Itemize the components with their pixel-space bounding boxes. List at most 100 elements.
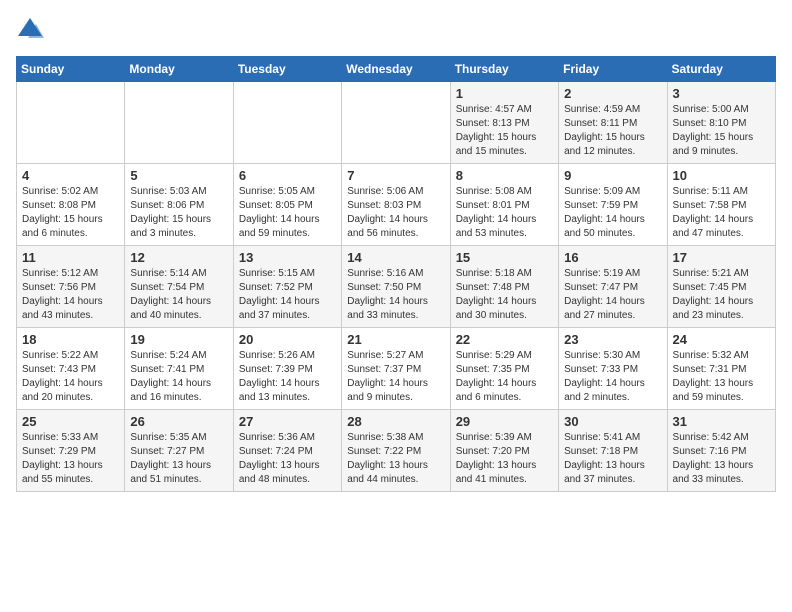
- day-number: 23: [564, 332, 661, 347]
- calendar-cell: 20 Sunrise: 5:26 AM Sunset: 7:39 PM Dayli…: [233, 328, 341, 410]
- day-number: 25: [22, 414, 119, 429]
- day-number: 14: [347, 250, 444, 265]
- logo-icon: [16, 16, 44, 44]
- day-number: 21: [347, 332, 444, 347]
- day-info: Sunrise: 5:05 AM Sunset: 8:05 PM Dayligh…: [239, 185, 336, 241]
- calendar-cell: 22Sunrise: 5:29 AM Sunset: 7:35 PM Dayli…: [450, 328, 558, 410]
- calendar-cell: 3 Sunrise: 5:00 AM Sunset: 8:10 PM Daylig…: [667, 82, 775, 164]
- weekday-header-wednesday: Wednesday: [342, 57, 450, 82]
- day-number: 17: [673, 250, 770, 265]
- calendar-cell: [17, 82, 125, 164]
- day-number: 1: [456, 86, 553, 101]
- day-info: Sunrise: 5:41 AM Sunset: 7:18 PM Dayligh…: [564, 431, 661, 487]
- day-number: 9: [564, 168, 661, 183]
- day-info: Sunrise: 5:32 AM Sunset: 7:31 PM Dayligh…: [673, 349, 770, 405]
- day-info: Sunrise: 5:24 AM Sunset: 7:41 PM Dayligh…: [130, 349, 227, 405]
- calendar-cell: 18 Sunrise: 5:22 AM Sunset: 7:43 PM Dayli…: [17, 328, 125, 410]
- day-number: 15: [456, 250, 553, 265]
- calendar-cell: 23 Sunrise: 5:30 AM Sunset: 7:33 PM Dayli…: [559, 328, 667, 410]
- weekday-header-row: SundayMondayTuesdayWednesdayThursdayFrid…: [17, 57, 776, 82]
- day-info: Sunrise: 5:19 AM Sunset: 7:47 PM Dayligh…: [564, 267, 661, 323]
- day-info: Sunrise: 5:00 AM Sunset: 8:10 PM Dayligh…: [673, 103, 770, 159]
- calendar-cell: 9 Sunrise: 5:09 AM Sunset: 7:59 PM Daylig…: [559, 164, 667, 246]
- day-number: 29: [456, 414, 553, 429]
- calendar-cell: 19 Sunrise: 5:24 AM Sunset: 7:41 PM Dayli…: [125, 328, 233, 410]
- day-info: Sunrise: 5:22 AM Sunset: 7:43 PM Dayligh…: [22, 349, 119, 405]
- day-number: 4: [22, 168, 119, 183]
- weekday-header-saturday: Saturday: [667, 57, 775, 82]
- day-number: 2: [564, 86, 661, 101]
- calendar-cell: 12 Sunrise: 5:14 AM Sunset: 7:54 PM Dayli…: [125, 246, 233, 328]
- day-number: 12: [130, 250, 227, 265]
- day-number: 5: [130, 168, 227, 183]
- day-number: 26: [130, 414, 227, 429]
- day-info: Sunrise: 5:30 AM Sunset: 7:33 PM Dayligh…: [564, 349, 661, 405]
- day-number: 8: [456, 168, 553, 183]
- calendar-cell: 24 Sunrise: 5:32 AM Sunset: 7:31 PM Dayli…: [667, 328, 775, 410]
- calendar-cell: 16 Sunrise: 5:19 AM Sunset: 7:47 PM Dayli…: [559, 246, 667, 328]
- day-info: Sunrise: 5:39 AM Sunset: 7:20 PM Dayligh…: [456, 431, 553, 487]
- calendar-cell: 4 Sunrise: 5:02 AM Sunset: 8:08 PM Daylig…: [17, 164, 125, 246]
- day-number: 3: [673, 86, 770, 101]
- day-info: Sunrise: 5:27 AM Sunset: 7:37 PM Dayligh…: [347, 349, 444, 405]
- calendar-week-3: 11 Sunrise: 5:12 AM Sunset: 7:56 PM Dayli…: [17, 246, 776, 328]
- calendar-cell: 14 Sunrise: 5:16 AM Sunset: 7:50 PM Dayli…: [342, 246, 450, 328]
- calendar-cell: [125, 82, 233, 164]
- calendar-cell: 28Sunrise: 5:38 AM Sunset: 7:22 PM Dayli…: [342, 410, 450, 492]
- day-number: 19: [130, 332, 227, 347]
- day-info: Sunrise: 5:15 AM Sunset: 7:52 PM Dayligh…: [239, 267, 336, 323]
- weekday-header-monday: Monday: [125, 57, 233, 82]
- calendar-cell: 7Sunrise: 5:06 AM Sunset: 8:03 PM Daylig…: [342, 164, 450, 246]
- day-info: Sunrise: 5:09 AM Sunset: 7:59 PM Dayligh…: [564, 185, 661, 241]
- calendar-cell: 27Sunrise: 5:36 AM Sunset: 7:24 PM Dayli…: [233, 410, 341, 492]
- calendar-week-5: 25 Sunrise: 5:33 AM Sunset: 7:29 PM Dayli…: [17, 410, 776, 492]
- calendar-cell: 11 Sunrise: 5:12 AM Sunset: 7:56 PM Dayli…: [17, 246, 125, 328]
- weekday-header-sunday: Sunday: [17, 57, 125, 82]
- day-number: 13: [239, 250, 336, 265]
- day-number: 18: [22, 332, 119, 347]
- day-info: Sunrise: 5:42 AM Sunset: 7:16 PM Dayligh…: [673, 431, 770, 487]
- day-info: Sunrise: 4:59 AM Sunset: 8:11 PM Dayligh…: [564, 103, 661, 159]
- weekday-header-tuesday: Tuesday: [233, 57, 341, 82]
- calendar-week-4: 18 Sunrise: 5:22 AM Sunset: 7:43 PM Dayli…: [17, 328, 776, 410]
- day-number: 6: [239, 168, 336, 183]
- day-info: Sunrise: 5:03 AM Sunset: 8:06 PM Dayligh…: [130, 185, 227, 241]
- logo: [16, 16, 48, 44]
- calendar-cell: 26Sunrise: 5:35 AM Sunset: 7:27 PM Dayli…: [125, 410, 233, 492]
- day-number: 22: [456, 332, 553, 347]
- day-info: Sunrise: 5:08 AM Sunset: 8:01 PM Dayligh…: [456, 185, 553, 241]
- calendar-cell: 17Sunrise: 5:21 AM Sunset: 7:45 PM Dayli…: [667, 246, 775, 328]
- weekday-header-friday: Friday: [559, 57, 667, 82]
- day-info: Sunrise: 5:16 AM Sunset: 7:50 PM Dayligh…: [347, 267, 444, 323]
- calendar-cell: 13 Sunrise: 5:15 AM Sunset: 7:52 PM Dayli…: [233, 246, 341, 328]
- day-info: Sunrise: 5:26 AM Sunset: 7:39 PM Dayligh…: [239, 349, 336, 405]
- day-number: 24: [673, 332, 770, 347]
- day-info: Sunrise: 5:06 AM Sunset: 8:03 PM Dayligh…: [347, 185, 444, 241]
- day-number: 11: [22, 250, 119, 265]
- calendar-cell: [342, 82, 450, 164]
- calendar-cell: 29 Sunrise: 5:39 AM Sunset: 7:20 PM Dayli…: [450, 410, 558, 492]
- weekday-header-thursday: Thursday: [450, 57, 558, 82]
- day-info: Sunrise: 5:33 AM Sunset: 7:29 PM Dayligh…: [22, 431, 119, 487]
- calendar-table: SundayMondayTuesdayWednesdayThursdayFrid…: [16, 56, 776, 492]
- calendar-cell: 30 Sunrise: 5:41 AM Sunset: 7:18 PM Dayli…: [559, 410, 667, 492]
- day-info: Sunrise: 5:14 AM Sunset: 7:54 PM Dayligh…: [130, 267, 227, 323]
- calendar-cell: [233, 82, 341, 164]
- calendar-cell: 8 Sunrise: 5:08 AM Sunset: 8:01 PM Daylig…: [450, 164, 558, 246]
- day-info: Sunrise: 5:02 AM Sunset: 8:08 PM Dayligh…: [22, 185, 119, 241]
- day-number: 20: [239, 332, 336, 347]
- day-number: 16: [564, 250, 661, 265]
- calendar-cell: 25 Sunrise: 5:33 AM Sunset: 7:29 PM Dayli…: [17, 410, 125, 492]
- calendar-cell: 2 Sunrise: 4:59 AM Sunset: 8:11 PM Daylig…: [559, 82, 667, 164]
- day-number: 30: [564, 414, 661, 429]
- day-info: Sunrise: 5:12 AM Sunset: 7:56 PM Dayligh…: [22, 267, 119, 323]
- calendar-cell: 5 Sunrise: 5:03 AM Sunset: 8:06 PM Daylig…: [125, 164, 233, 246]
- calendar-cell: 1Sunrise: 4:57 AM Sunset: 8:13 PM Daylig…: [450, 82, 558, 164]
- calendar-cell: 31 Sunrise: 5:42 AM Sunset: 7:16 PM Dayli…: [667, 410, 775, 492]
- page-header: [16, 16, 776, 44]
- day-number: 10: [673, 168, 770, 183]
- day-info: Sunrise: 5:36 AM Sunset: 7:24 PM Dayligh…: [239, 431, 336, 487]
- day-number: 28: [347, 414, 444, 429]
- calendar-cell: 15Sunrise: 5:18 AM Sunset: 7:48 PM Dayli…: [450, 246, 558, 328]
- day-number: 31: [673, 414, 770, 429]
